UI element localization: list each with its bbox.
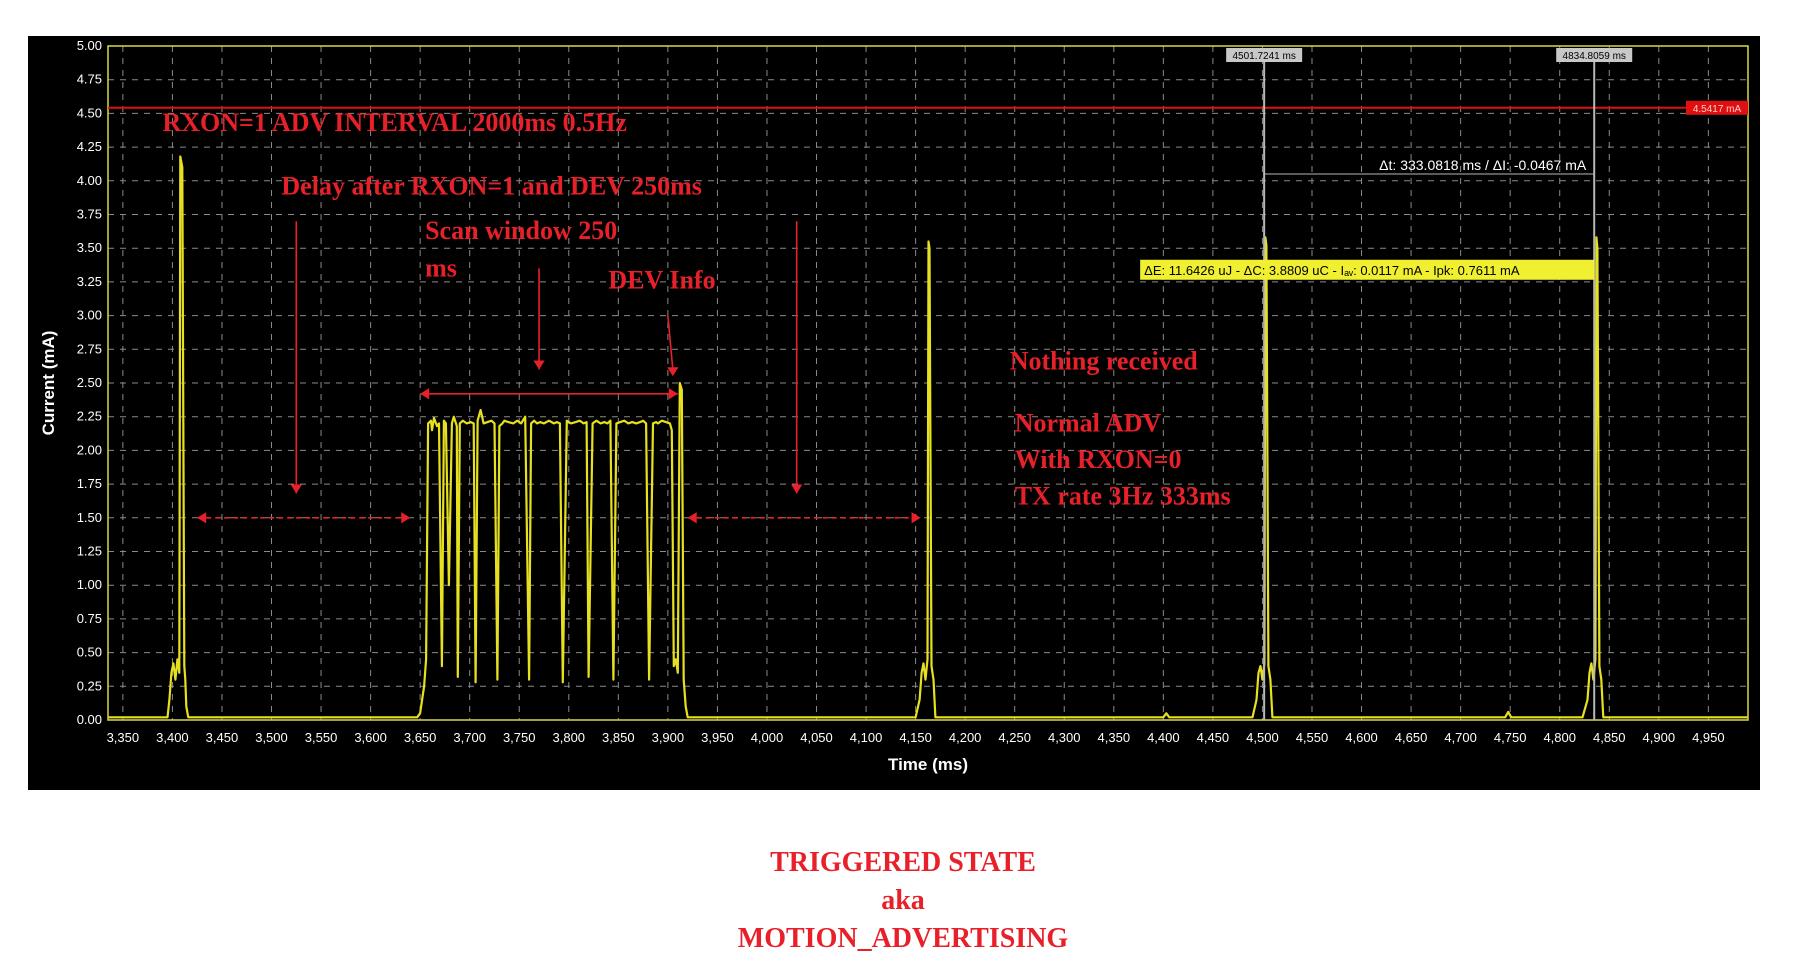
y-tick-label: 3.00 [77, 308, 102, 323]
y-tick-label: 4.00 [77, 173, 102, 188]
cursor-label-2: 4834.8059 ms [1563, 51, 1626, 62]
y-tick-label: 4.50 [77, 105, 102, 120]
x-tick-label: 4,850 [1593, 730, 1626, 745]
arrow-dev-info [667, 315, 674, 370]
x-axis-title: Time (ms) [888, 755, 968, 774]
y-tick-label: 2.25 [77, 409, 102, 424]
y-tick-label: 3.75 [77, 207, 102, 222]
annotation-delay: Delay after RXON=1 and DEV 250ms [281, 171, 701, 200]
x-tick-label: 4,350 [1098, 730, 1131, 745]
x-tick-label: 4,050 [800, 730, 833, 745]
y-tick-label: 2.00 [77, 442, 102, 457]
annotation-dev-info: DEV Info [608, 266, 715, 295]
current-chart-svg: 0.00 0.25 0.50 0.75 1.00 1.25 1.50 1.75 2.00 2.25… [39, 38, 1749, 774]
x-tick-label: 4,750 [1494, 730, 1527, 745]
x-tick-label: 3,900 [652, 730, 685, 745]
x-tick-label: 4,300 [1048, 730, 1081, 745]
y-tick-label: 5.00 [77, 38, 102, 53]
cursor-measure-label: Δt: 333.0818 ms / ΔI: -0.0467 mA [1379, 157, 1587, 173]
x-tick-label: 3,500 [255, 730, 288, 745]
x-tick-label: 4,650 [1395, 730, 1428, 745]
annotation-scan-2: ms [425, 254, 457, 283]
x-tick-label: 4,900 [1643, 730, 1676, 745]
x-tick-label: 4,200 [949, 730, 982, 745]
x-tick-label: 3,750 [503, 730, 536, 745]
x-tick-label: 3,600 [354, 730, 387, 745]
x-tick-label: 4,500 [1246, 730, 1279, 745]
y-tick-label: 3.50 [77, 240, 102, 255]
annotation-normal-2: With RXON=0 [1015, 445, 1182, 474]
y-tick-label: 4.25 [77, 139, 102, 154]
arrow-head [401, 512, 411, 524]
x-tick-label: 4,700 [1444, 730, 1477, 745]
x-tick-label: 4,450 [1197, 730, 1230, 745]
x-tick-label: 3,850 [602, 730, 635, 745]
y-tick-label: 2.50 [77, 375, 102, 390]
annotation-normal-3: TX rate 3Hz 333ms [1015, 481, 1231, 510]
x-tick-label: 4,150 [899, 730, 932, 745]
arrow-head [668, 388, 678, 400]
current-chart: 0.00 0.25 0.50 0.75 1.00 1.25 1.50 1.75 2.00 2.25… [28, 36, 1760, 790]
y-tick-label: 4.75 [77, 72, 102, 87]
x-tick-label: 4,800 [1543, 730, 1576, 745]
x-tick-label: 4,400 [1147, 730, 1180, 745]
y-tick-label: 0.50 [77, 645, 102, 660]
y-tick-label: 0.25 [77, 678, 102, 693]
arrow-head [687, 512, 697, 524]
y-tick-label: 1.00 [77, 577, 102, 592]
annotation-nothing: Nothing received [1010, 347, 1199, 376]
y-tick-label: 1.50 [77, 510, 102, 525]
arrow-head [290, 484, 302, 494]
x-tick-label: 3,450 [206, 730, 239, 745]
x-tick-label: 3,700 [453, 730, 486, 745]
x-tick-label: 4,950 [1692, 730, 1725, 745]
x-tick-label: 3,400 [156, 730, 189, 745]
annotation-adv-interval: RXON=1 ADV INTERVAL 2000ms 0.5Hz [163, 108, 627, 137]
arrow-head [667, 367, 679, 377]
x-tick-label: 3,950 [701, 730, 734, 745]
x-tick-label: 4,550 [1296, 730, 1329, 745]
x-tick-label: 3,550 [305, 730, 338, 745]
y-tick-label: 0.00 [77, 712, 102, 727]
x-tick-label: 3,800 [553, 730, 586, 745]
energy-box-label: ΔE: 11.6426 uJ - ΔC: 3.8809 uC - Iₐᵥ: 0.… [1144, 263, 1520, 278]
y-tick-label: 3.25 [77, 274, 102, 289]
x-tick-label: 4,600 [1345, 730, 1378, 745]
cursor-label-1: 4501.7241 ms [1232, 51, 1295, 62]
current-trace [108, 155, 1748, 719]
x-tick-label: 3,350 [107, 730, 140, 745]
x-tick-label: 4,250 [998, 730, 1031, 745]
y-tick-label: 2.75 [77, 341, 102, 356]
reference-line-label: 4.5417 mA [1693, 104, 1742, 115]
arrow-head [197, 512, 207, 524]
caption-line-2: aka [881, 885, 925, 916]
y-tick-label: 0.75 [77, 611, 102, 626]
arrow-head [911, 512, 921, 524]
x-tick-label: 4,000 [751, 730, 784, 745]
y-tick-label: 1.75 [77, 476, 102, 491]
arrow-head [533, 360, 545, 370]
caption-line-3: MOTION_ADVERTISING [737, 923, 1069, 954]
x-tick-label: 4,100 [850, 730, 883, 745]
y-axis-title: Current (mA) [39, 331, 58, 436]
annotation-normal-1: Normal ADV [1015, 409, 1162, 438]
caption-line-1: TRIGGERED STATE [770, 847, 1036, 878]
y-tick-label: 1.25 [77, 544, 102, 559]
annotation-scan-1: Scan window 250 [425, 216, 617, 245]
x-tick-label: 3,650 [404, 730, 437, 745]
arrow-head [791, 484, 803, 494]
arrow-head [420, 388, 430, 400]
